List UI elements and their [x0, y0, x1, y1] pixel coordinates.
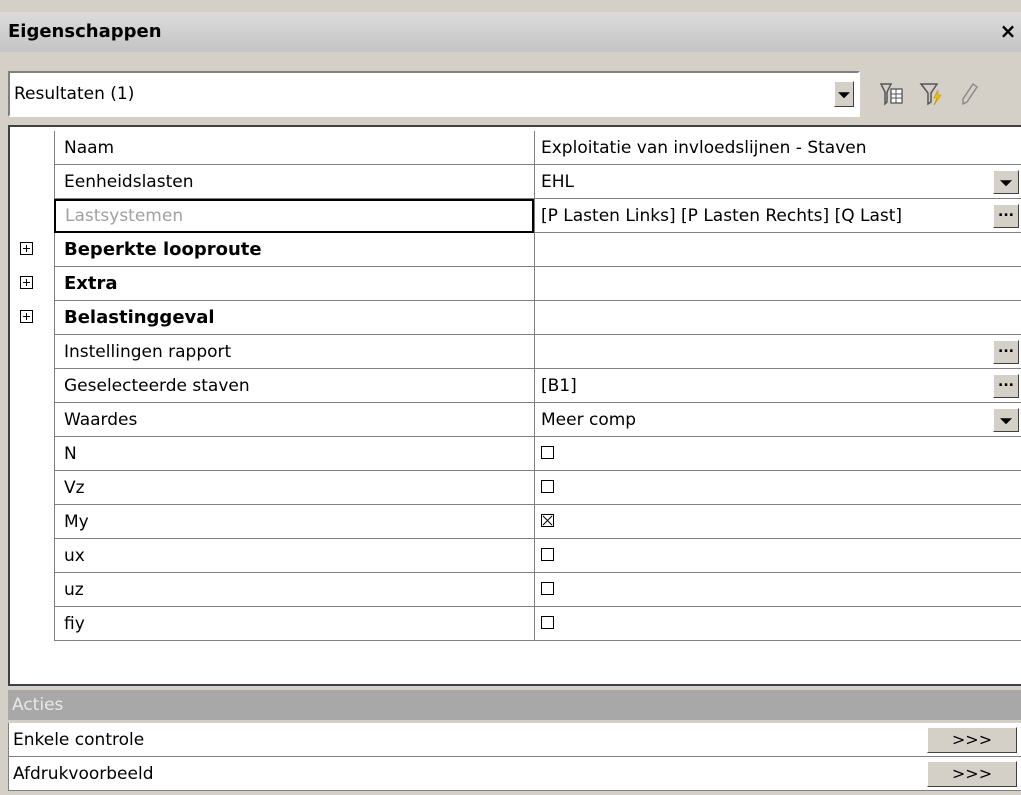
- ellipsis-button[interactable]: ...: [993, 204, 1019, 228]
- panel-title: Eigenschappen: [8, 21, 162, 42]
- action-label: Afdrukvoorbeeld: [13, 764, 154, 784]
- property-row[interactable]: Beperkte looproute: [10, 233, 1021, 267]
- property-value[interactable]: [534, 573, 1021, 607]
- row-gutter: [10, 131, 54, 165]
- property-name: Beperkte looproute: [54, 233, 534, 267]
- property-name: Waardes: [54, 403, 534, 437]
- property-row[interactable]: Extra: [10, 267, 1021, 301]
- pencil-icon[interactable]: [955, 80, 983, 108]
- property-name: Belastinggeval: [54, 301, 534, 335]
- row-gutter: [10, 437, 54, 471]
- print-preview-button[interactable]: >>>: [927, 761, 1017, 787]
- property-value[interactable]: [534, 267, 1021, 301]
- checkbox-unchecked[interactable]: [541, 445, 554, 459]
- property-name: Eenheidslasten: [54, 165, 534, 199]
- property-row[interactable]: Waardes Meer comp: [10, 403, 1021, 437]
- property-value[interactable]: ...: [534, 335, 1021, 369]
- title-bar: Eigenschappen ×: [0, 12, 1021, 52]
- property-row[interactable]: Instellingen rapport...: [10, 335, 1021, 369]
- run-single-check-button[interactable]: >>>: [927, 727, 1017, 753]
- close-button[interactable]: ×: [999, 18, 1017, 44]
- property-name: Geselecteerde staven: [54, 369, 534, 403]
- property-row[interactable]: Lastsystemen [P Lasten Links] [P Lasten R…: [10, 199, 1021, 233]
- property-value[interactable]: [534, 437, 1021, 471]
- row-gutter: [10, 505, 54, 539]
- property-value[interactable]: Meer comp: [534, 403, 1021, 437]
- property-row[interactable]: My: [10, 505, 1021, 539]
- property-row[interactable]: Naam Exploitatie van invloedslijnen - Sta…: [10, 131, 1021, 165]
- checkbox-unchecked[interactable]: [541, 615, 554, 629]
- property-value[interactable]: [534, 471, 1021, 505]
- property-name: My: [54, 505, 534, 539]
- row-gutter: [10, 403, 54, 437]
- property-name: N: [54, 437, 534, 471]
- property-value[interactable]: [P Lasten Links] [P Lasten Rechts] [Q La…: [534, 199, 1021, 233]
- chevron-down-icon[interactable]: [834, 81, 854, 107]
- row-gutter: [10, 335, 54, 369]
- selection-value: Resultaten (1): [14, 84, 135, 104]
- property-name: uz: [54, 573, 534, 607]
- property-row[interactable]: N: [10, 437, 1021, 471]
- property-row[interactable]: Geselecteerde staven [B1]...: [10, 369, 1021, 403]
- property-value-text: Exploitatie van invloedslijnen - Staven: [541, 138, 867, 158]
- checkbox-unchecked[interactable]: [541, 581, 554, 595]
- property-name: ux: [54, 539, 534, 573]
- properties-panel: Eigenschappen × Resultaten (1) Naam Explo…: [0, 0, 1021, 795]
- property-value-text: Meer comp: [541, 410, 637, 430]
- action-row-print-preview: Afdrukvoorbeeld >>>: [8, 757, 1021, 791]
- row-gutter: [10, 573, 54, 607]
- checkbox-unchecked[interactable]: [541, 479, 554, 493]
- actions-header: Acties: [8, 690, 1021, 720]
- property-row[interactable]: ux: [10, 539, 1021, 573]
- chevron-down-icon[interactable]: [993, 170, 1019, 194]
- row-gutter: [10, 369, 54, 403]
- ellipsis-button[interactable]: ...: [993, 374, 1019, 398]
- property-name: Instellingen rapport: [54, 335, 534, 369]
- property-value[interactable]: [534, 607, 1021, 641]
- property-row[interactable]: uz: [10, 573, 1021, 607]
- row-gutter: [10, 607, 54, 641]
- property-row[interactable]: Belastinggeval: [10, 301, 1021, 335]
- property-value[interactable]: [B1]...: [534, 369, 1021, 403]
- action-row-single-check: Enkele controle >>>: [8, 723, 1021, 757]
- expand-plus-icon[interactable]: [20, 242, 33, 255]
- property-row[interactable]: Eenheidslasten EHL: [10, 165, 1021, 199]
- property-value-text: [P Lasten Links] [P Lasten Rechts] [Q La…: [541, 206, 903, 226]
- ellipsis-button[interactable]: ...: [993, 340, 1019, 364]
- row-gutter: [10, 165, 54, 199]
- expand-plus-icon[interactable]: [20, 276, 33, 289]
- property-name: Vz: [54, 471, 534, 505]
- row-gutter: [10, 539, 54, 573]
- row-gutter: [10, 471, 54, 505]
- property-value[interactable]: [534, 539, 1021, 573]
- property-name: Naam: [54, 131, 534, 165]
- property-value[interactable]: EHL: [534, 165, 1021, 199]
- checkbox-unchecked[interactable]: [541, 547, 554, 561]
- property-value[interactable]: Exploitatie van invloedslijnen - Staven: [534, 131, 1021, 165]
- property-value-text: [B1]: [541, 376, 577, 396]
- checkbox-checked[interactable]: [541, 513, 554, 527]
- property-value[interactable]: [534, 505, 1021, 539]
- row-gutter: [10, 199, 54, 233]
- chevron-down-icon[interactable]: [993, 408, 1019, 432]
- property-grid: Naam Exploitatie van invloedslijnen - Sta…: [8, 125, 1021, 686]
- property-row[interactable]: Vz: [10, 471, 1021, 505]
- property-name: Lastsystemen: [54, 199, 534, 233]
- filter-table-icon[interactable]: [878, 80, 906, 108]
- row-gutter: [10, 267, 54, 301]
- row-gutter: [10, 301, 54, 335]
- expand-plus-icon[interactable]: [20, 310, 33, 323]
- row-gutter: [10, 233, 54, 267]
- property-value-text: EHL: [541, 172, 574, 192]
- property-name: Extra: [54, 267, 534, 301]
- property-row[interactable]: fiy: [10, 607, 1021, 641]
- filter-flash-icon[interactable]: [918, 80, 946, 108]
- property-value[interactable]: [534, 301, 1021, 335]
- property-value[interactable]: [534, 233, 1021, 267]
- selection-combo[interactable]: Resultaten (1): [8, 71, 860, 117]
- action-label: Enkele controle: [13, 730, 145, 750]
- property-name: fiy: [54, 607, 534, 641]
